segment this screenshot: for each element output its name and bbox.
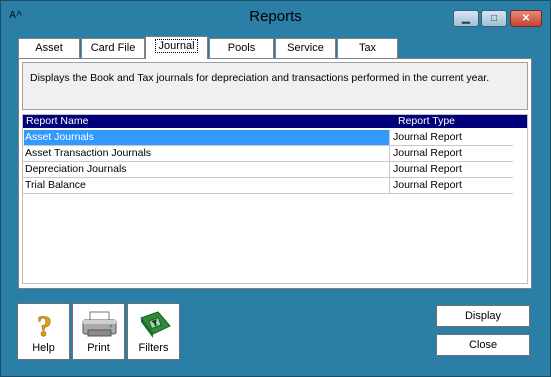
report-name-cell: Asset Journals [24,130,390,145]
report-name-cell: Depreciation Journals [24,162,390,177]
close-window-button[interactable]: ✕ [510,10,542,27]
title-bar[interactable]: A^ Reports ▁ □ ✕ [1,1,550,34]
print-button[interactable]: Print [72,303,125,360]
printer-icon [73,310,124,338]
report-type-cell: Journal Report [393,179,462,191]
report-grid[interactable]: Report Name Report Type Asset Journals J… [22,114,528,284]
report-type-cell: Journal Report [393,163,462,175]
tab-pools[interactable]: Pools [209,38,274,58]
help-button[interactable]: ? Help [17,303,70,360]
close-icon: ✕ [521,13,531,24]
question-icon: ? [18,310,69,344]
report-name-cell: Asset Transaction Journals [24,146,390,161]
filter-icon [128,310,179,338]
tab-pools-label: Pools [227,42,256,54]
close-button[interactable]: Close [436,334,530,356]
table-row[interactable]: Asset Transaction Journals Journal Repor… [23,146,513,162]
tab-service-label: Service [287,42,324,54]
report-type-cell: Journal Report [393,147,462,159]
tab-journal[interactable]: Journal [145,36,208,59]
svg-text:?: ? [37,310,52,340]
tab-asset-label: Asset [35,42,63,54]
column-header-report-type[interactable]: Report Type [398,115,455,128]
minimize-icon: ▁ [462,13,470,24]
column-header-report-name[interactable]: Report Name [26,115,88,128]
tab-asset[interactable]: Asset [18,38,80,58]
journal-panel: Displays the Book and Tax journals for d… [18,58,532,289]
tab-journal-label: Journal [155,39,198,53]
filters-button[interactable]: Filters [127,303,180,360]
table-row[interactable]: Depreciation Journals Journal Report [23,162,513,178]
table-row[interactable]: Asset Journals Journal Report [23,130,513,146]
report-type-cell: Journal Report [393,131,462,143]
grid-header: Report Name Report Type [23,115,527,128]
report-description: Displays the Book and Tax journals for d… [22,62,528,110]
filters-label: Filters [138,342,169,354]
help-label: Help [32,342,55,354]
print-label: Print [87,342,110,354]
display-button[interactable]: Display [436,305,530,327]
table-row[interactable]: Trial Balance Journal Report [23,178,513,194]
minimize-button[interactable]: ▁ [453,10,479,27]
tab-card-file-label: Card File [90,42,136,54]
maximize-button[interactable]: □ [481,10,507,27]
tab-service[interactable]: Service [275,38,336,58]
report-name-cell: Trial Balance [24,178,390,193]
tab-tax-label: Tax [358,42,377,54]
maximize-icon: □ [490,13,498,24]
tab-tax[interactable]: Tax [337,38,398,58]
tab-card-file[interactable]: Card File [81,38,145,58]
reports-window: A^ Reports ▁ □ ✕ Asset Card File Journal… [0,0,551,377]
